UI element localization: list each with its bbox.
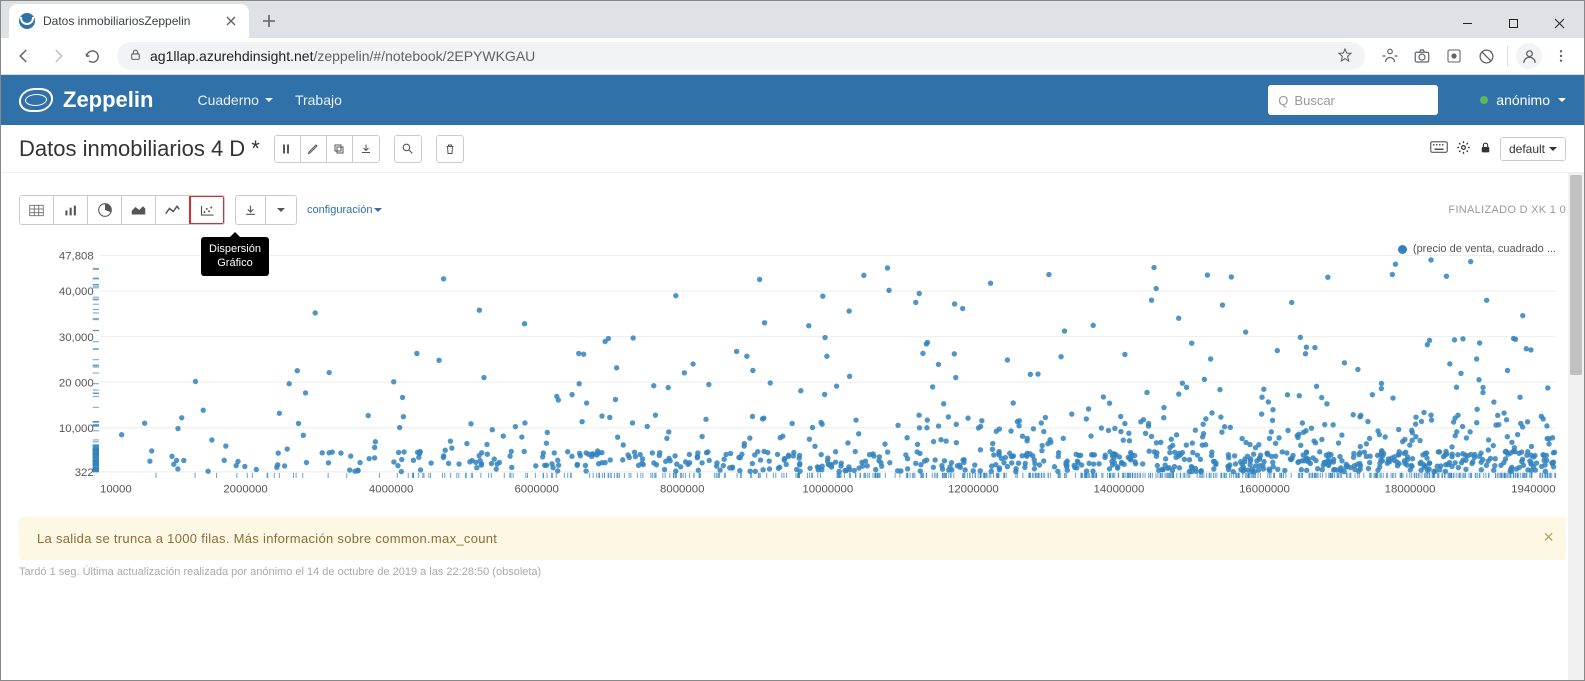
- legend-label: (precio de venta, cuadrado ...: [1413, 243, 1556, 255]
- status-dot-icon: [1480, 96, 1488, 104]
- table-view-button[interactable]: [20, 196, 54, 224]
- scatter-chart: (precio de venta, cuadrado ... 322 10,000…: [19, 243, 1566, 503]
- area-chart-button[interactable]: [122, 196, 156, 224]
- forward-button[interactable]: [43, 41, 73, 71]
- keyboard-icon[interactable]: [1430, 140, 1448, 157]
- caret-down-icon: [265, 98, 273, 106]
- zeppelin-icon: [17, 88, 54, 112]
- search-code-button[interactable]: [394, 135, 422, 163]
- browser-tab[interactable]: Datos inmobiliariosZeppelin: [9, 4, 249, 38]
- search-placeholder: Buscar: [1294, 93, 1334, 108]
- paragraph: configuración FINALIZADO D XK 1 0 Disper…: [19, 195, 1566, 503]
- svg-text:322: 322: [75, 467, 94, 479]
- bar-chart-button[interactable]: [54, 196, 88, 224]
- brand-text: Zeppelin: [63, 87, 153, 113]
- truncation-alert: La salida se trunca a 1000 filas. Más in…: [19, 517, 1566, 560]
- extension-icon-1[interactable]: [1375, 41, 1405, 71]
- lock-icon: [129, 48, 142, 64]
- lock-icon[interactable]: [1479, 141, 1492, 157]
- profile-button[interactable]: [1514, 41, 1544, 71]
- close-tab-icon[interactable]: [223, 13, 239, 29]
- svg-text:8000000: 8000000: [660, 484, 704, 496]
- back-button[interactable]: [9, 41, 39, 71]
- new-tab-button[interactable]: [255, 7, 283, 35]
- delete-note-button[interactable]: [436, 135, 464, 163]
- nav-notebook[interactable]: Cuaderno: [197, 92, 273, 108]
- svg-text:4000000: 4000000: [369, 484, 413, 496]
- gear-icon[interactable]: [1456, 140, 1471, 158]
- svg-text:14000000: 14000000: [1094, 484, 1145, 496]
- nav-job[interactable]: Trabajo: [295, 92, 342, 108]
- svg-text:10,000: 10,000: [59, 423, 94, 435]
- caret-down-icon: [1558, 98, 1566, 106]
- search-input[interactable]: Q Buscar: [1268, 85, 1438, 115]
- user-menu[interactable]: anónimo: [1480, 92, 1566, 108]
- notebook-title[interactable]: Datos inmobiliarios 4 D *: [19, 136, 260, 162]
- browser-tabstrip: Datos inmobiliariosZeppelin: [1, 1, 1584, 38]
- interpreter-binding-dropdown[interactable]: default: [1500, 137, 1566, 161]
- svg-text:20 000: 20 000: [59, 377, 94, 389]
- download-group: [235, 195, 297, 225]
- search-icon: Q: [1278, 93, 1288, 108]
- svg-text:30,000: 30,000: [59, 332, 94, 344]
- chart-type-selector: [19, 195, 225, 225]
- svg-text:12000000: 12000000: [948, 484, 999, 496]
- url-path: /zeppelin/#/notebook/2EPYWKGAU: [313, 48, 535, 64]
- note-action-group: [274, 135, 380, 163]
- scatter-chart-button[interactable]: [190, 196, 224, 224]
- scatter-tooltip: Dispersión Gráfico: [201, 237, 269, 276]
- svg-text:18000000: 18000000: [1385, 484, 1436, 496]
- line-chart-button[interactable]: [156, 196, 190, 224]
- run-all-button[interactable]: [275, 136, 301, 162]
- url-host: ag1llap.azurehdinsight.net: [150, 48, 313, 64]
- star-icon[interactable]: [1337, 47, 1353, 66]
- browser-address-bar: ag1llap.azurehdinsight.net/zeppelin/#/no…: [1, 38, 1584, 75]
- paragraph-status: FINALIZADO D XK 1 0: [1448, 204, 1566, 216]
- zeppelin-header: Zeppelin Cuaderno Trabajo Q Buscar anóni…: [1, 75, 1584, 125]
- scrollbar[interactable]: [1568, 173, 1584, 680]
- edit-button[interactable]: [301, 136, 327, 162]
- window-minimize-button[interactable]: [1444, 8, 1490, 38]
- chart-legend[interactable]: (precio de venta, cuadrado ...: [1398, 243, 1556, 255]
- download-button[interactable]: [236, 196, 266, 224]
- svg-text:16000000: 16000000: [1239, 484, 1290, 496]
- svg-text:10000000: 10000000: [802, 484, 853, 496]
- svg-text:10000: 10000: [100, 484, 132, 496]
- reload-button[interactable]: [77, 41, 107, 71]
- paragraph-footer: Tardó 1 seg. Última actualización realiz…: [19, 566, 1566, 578]
- settings-link[interactable]: configuración: [307, 204, 382, 216]
- window-maximize-button[interactable]: [1490, 8, 1536, 38]
- alert-text: La salida se trunca a 1000 filas. Más in…: [37, 531, 497, 546]
- zeppelin-logo[interactable]: Zeppelin: [19, 87, 153, 113]
- legend-swatch-icon: [1398, 245, 1407, 254]
- export-button[interactable]: [353, 136, 379, 162]
- block-icon[interactable]: [1471, 41, 1501, 71]
- download-dropdown[interactable]: [266, 196, 296, 224]
- alert-close-button[interactable]: ×: [1543, 527, 1554, 548]
- record-icon[interactable]: [1439, 41, 1469, 71]
- pie-chart-button[interactable]: [88, 196, 122, 224]
- notebook-content: configuración FINALIZADO D XK 1 0 Disper…: [1, 173, 1584, 680]
- tab-title: Datos inmobiliariosZeppelin: [43, 14, 215, 28]
- svg-text:1940000: 1940000: [1511, 484, 1555, 496]
- clone-button[interactable]: [327, 136, 353, 162]
- notebook-toolbar: Datos inmobiliarios 4 D * default: [1, 125, 1584, 173]
- svg-text:2000000: 2000000: [223, 484, 267, 496]
- url-input[interactable]: ag1llap.azurehdinsight.net/zeppelin/#/no…: [117, 42, 1365, 70]
- browser-menu-button[interactable]: [1546, 41, 1576, 71]
- camera-icon[interactable]: [1407, 41, 1437, 71]
- zeppelin-favicon: [19, 13, 35, 29]
- svg-text:47,808: 47,808: [59, 251, 94, 263]
- user-name: anónimo: [1496, 92, 1550, 108]
- svg-text:40,000: 40,000: [59, 286, 94, 298]
- svg-text:6000000: 6000000: [514, 484, 558, 496]
- window-close-button[interactable]: [1536, 8, 1582, 38]
